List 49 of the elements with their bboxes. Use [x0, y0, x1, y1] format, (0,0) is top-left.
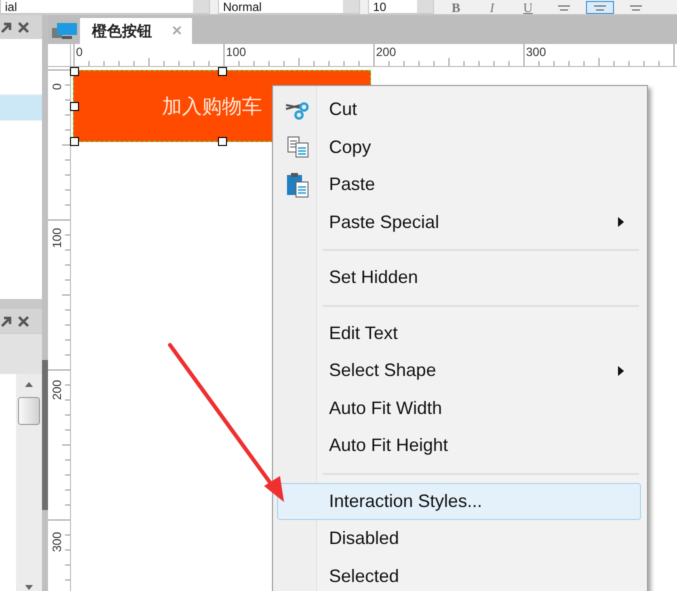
menu-item[interactable]: Edit Text — [277, 314, 641, 352]
font-field[interactable]: ial — [0, 0, 210, 14]
align-icon — [558, 4, 570, 10]
resize-handle[interactable] — [70, 102, 79, 111]
expand-icon[interactable] — [1, 316, 12, 326]
splitter-handle[interactable] — [42, 360, 48, 510]
up-arrow-icon[interactable] — [25, 382, 33, 387]
menu-item[interactable]: Auto Fit Height — [277, 427, 641, 464]
button-label: 加入购物车 — [162, 94, 262, 120]
paste-icon — [286, 172, 310, 198]
menu-item[interactable]: Set Hidden — [277, 259, 641, 296]
format-button[interactable]: B — [442, 1, 470, 14]
ruler-label: 200 — [50, 380, 64, 400]
ruler-label: 0 — [76, 45, 83, 59]
ruler-label: 0 — [50, 83, 64, 90]
ruler-label: 300 — [50, 532, 64, 552]
menu-item[interactable]: Interaction Styles... — [277, 482, 641, 520]
caret-icon — [618, 366, 624, 376]
align-button[interactable] — [586, 1, 614, 14]
resize-handle[interactable] — [218, 137, 227, 146]
menu-item[interactable]: Disabled — [277, 520, 641, 558]
resize-handle[interactable] — [70, 67, 79, 76]
size-field[interactable]: 10 — [368, 0, 434, 14]
align-icon — [630, 4, 642, 10]
format-button[interactable]: U — [514, 1, 542, 14]
scroll-thumb[interactable] — [18, 397, 40, 425]
ruler-label: 100 — [50, 228, 64, 248]
document-tab[interactable]: 橙色按钮 × — [80, 18, 192, 44]
resize-handle[interactable] — [218, 67, 227, 76]
resize-handle[interactable] — [70, 137, 79, 146]
ruler-label: 100 — [226, 45, 246, 59]
close-icon[interactable] — [18, 316, 29, 326]
caret-icon — [618, 217, 624, 228]
menu-item[interactable]: Paste — [277, 166, 641, 204]
expand-icon[interactable] — [1, 22, 12, 32]
menu-item[interactable]: Auto Fit Width — [277, 390, 641, 427]
copy-icon — [286, 135, 310, 160]
align-icon — [594, 4, 606, 10]
down-arrow-icon[interactable] — [25, 585, 33, 590]
menu-item[interactable]: Selected — [277, 558, 641, 591]
scrollbar[interactable] — [16, 374, 42, 591]
ruler-label: 300 — [526, 45, 546, 59]
format-button[interactable]: I — [478, 1, 506, 14]
ruler-label: 200 — [376, 45, 396, 59]
style-field[interactable]: Normal — [218, 0, 360, 14]
menu-item[interactable]: Select Shape — [277, 352, 641, 390]
close-icon[interactable] — [18, 22, 29, 32]
monitor-icon — [52, 22, 78, 40]
menu-item[interactable]: Paste Special — [277, 204, 641, 241]
